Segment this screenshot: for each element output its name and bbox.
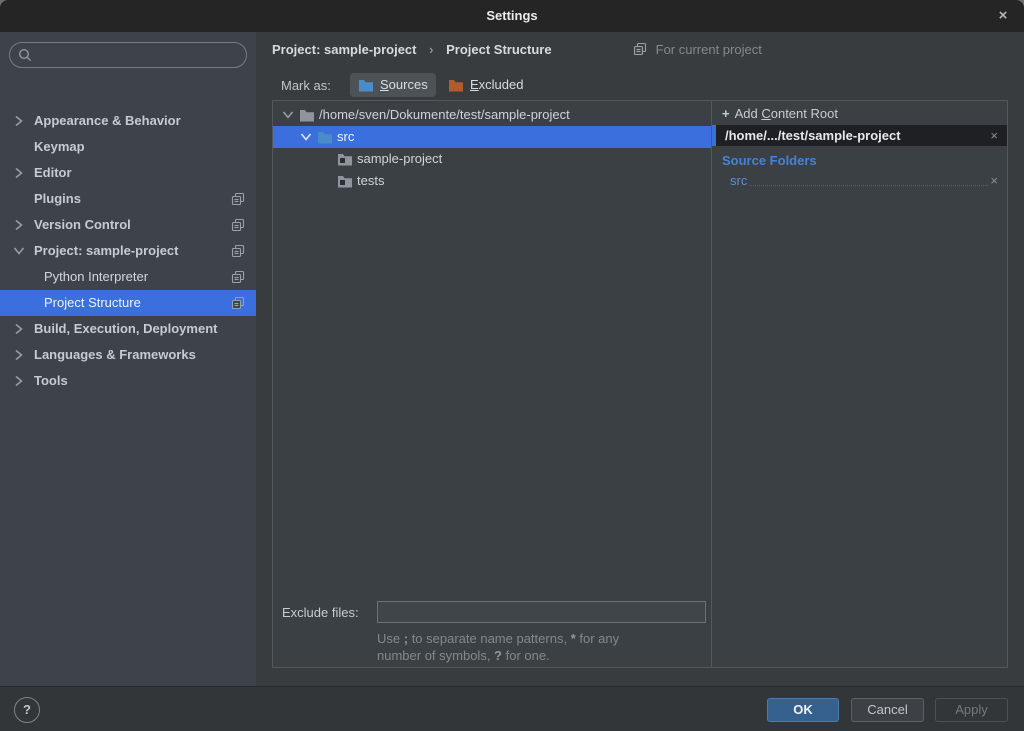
folder-icon bbox=[299, 108, 315, 122]
tree-row-src-selected[interactable]: src bbox=[273, 126, 711, 148]
sidebar-item-python-interpreter[interactable]: Python Interpreter bbox=[0, 264, 256, 290]
search-box[interactable] bbox=[9, 42, 247, 68]
exclude-files-label: Exclude files: bbox=[282, 602, 359, 623]
remove-source-folder-icon[interactable]: × bbox=[990, 172, 1007, 190]
search-input[interactable] bbox=[38, 48, 228, 63]
source-folder-icon bbox=[358, 78, 374, 92]
exclude-files-hint: Use ; to separate name patterns, * for a… bbox=[377, 630, 717, 664]
breadcrumb-separator-icon: › bbox=[429, 42, 433, 57]
mark-as-label: Mark as: bbox=[281, 75, 331, 97]
tree-row-tests[interactable]: tests bbox=[273, 170, 711, 192]
source-folder-entry[interactable]: src × bbox=[730, 170, 1007, 190]
plus-icon: + bbox=[722, 106, 730, 121]
add-content-root-button[interactable]: +Add Content Root bbox=[722, 104, 838, 124]
sidebar-item-version-control[interactable]: Version Control bbox=[0, 212, 256, 238]
ok-button[interactable]: OK bbox=[767, 698, 839, 722]
tree-node-label: tests bbox=[357, 170, 384, 192]
chevron-right-icon bbox=[13, 167, 25, 179]
scope-label: For current project bbox=[656, 42, 762, 57]
excluded-folder-icon bbox=[448, 78, 464, 92]
dialog-footer: ? OK Cancel Apply bbox=[0, 686, 1024, 731]
chevron-right-icon bbox=[13, 323, 25, 335]
current-project-icon bbox=[633, 42, 647, 56]
current-project-icon bbox=[231, 218, 245, 232]
chevron-right-icon bbox=[13, 375, 25, 387]
sidebar-item-project-structure[interactable]: Project Structure bbox=[0, 290, 256, 316]
sidebar-item-label: Tools bbox=[34, 368, 68, 394]
breadcrumb-project[interactable]: Project: sample-project bbox=[272, 42, 417, 57]
sidebar-item-label: Plugins bbox=[34, 186, 81, 212]
sidebar-item-label: Project: sample-project bbox=[34, 238, 179, 264]
dialog-title: Settings bbox=[486, 8, 537, 23]
current-project-icon bbox=[231, 296, 245, 310]
directory-tree: /home/sven/Dokumente/test/sample-project… bbox=[273, 101, 711, 667]
sidebar-item-label: Build, Execution, Deployment bbox=[34, 316, 217, 342]
sidebar-item-label: Languages & Frameworks bbox=[34, 342, 196, 368]
mark-as-sources-button[interactable]: Sources bbox=[350, 73, 436, 97]
sidebar-item-keymap[interactable]: Keymap bbox=[0, 134, 256, 160]
settings-dialog: Settings × Appearance & Behavior Keymap … bbox=[0, 0, 1024, 731]
exclude-files-input[interactable] bbox=[377, 601, 706, 623]
sidebar-item-label: Python Interpreter bbox=[44, 264, 148, 290]
project-structure-panels: /home/sven/Dokumente/test/sample-project… bbox=[272, 100, 1008, 668]
settings-sidebar: Appearance & Behavior Keymap Editor Plug… bbox=[0, 32, 256, 686]
sidebar-item-tools[interactable]: Tools bbox=[0, 368, 256, 394]
chevron-down-icon bbox=[13, 245, 25, 257]
content-root-row[interactable]: /home/.../test/sample-project × bbox=[712, 125, 1007, 146]
sidebar-item-label: Keymap bbox=[34, 134, 85, 160]
tree-node-label: sample-project bbox=[357, 148, 442, 170]
sidebar-item-project-sample-project[interactable]: Project: sample-project bbox=[0, 238, 256, 264]
sources-label: Sources bbox=[380, 73, 428, 97]
chevron-down-icon bbox=[300, 131, 312, 143]
mark-as-excluded-button[interactable]: Excluded bbox=[440, 73, 531, 97]
current-project-icon bbox=[231, 244, 245, 258]
sidebar-item-editor[interactable]: Editor bbox=[0, 160, 256, 186]
close-icon[interactable]: × bbox=[990, 0, 1016, 32]
content-roots-pane: +Add Content Root /home/.../test/sample-… bbox=[711, 101, 1007, 667]
remove-content-root-icon[interactable]: × bbox=[981, 125, 1007, 146]
sidebar-item-languages-frameworks[interactable]: Languages & Frameworks bbox=[0, 342, 256, 368]
sidebar-item-label: Appearance & Behavior bbox=[34, 108, 181, 134]
breadcrumb-page: Project Structure bbox=[446, 42, 551, 57]
dotted-leader bbox=[749, 185, 988, 186]
source-folder-name: src bbox=[730, 172, 747, 190]
tree-row-content-root[interactable]: /home/sven/Dokumente/test/sample-project bbox=[273, 104, 711, 126]
folder-icon bbox=[337, 152, 353, 166]
current-project-icon bbox=[231, 192, 245, 206]
tree-node-label: src bbox=[337, 126, 354, 148]
breadcrumb: Project: sample-project › Project Struct… bbox=[272, 41, 552, 59]
source-folder-icon bbox=[317, 130, 333, 144]
chevron-right-icon bbox=[13, 115, 25, 127]
chevron-right-icon bbox=[13, 349, 25, 361]
tree-root-path: /home/sven/Dokumente/test/sample-project bbox=[319, 104, 570, 126]
selected-root-indicator bbox=[712, 125, 716, 146]
tree-row-sample-project[interactable]: sample-project bbox=[273, 148, 711, 170]
chevron-down-icon bbox=[282, 109, 294, 121]
sidebar-item-plugins[interactable]: Plugins bbox=[0, 186, 256, 212]
sidebar-item-appearance-behavior[interactable]: Appearance & Behavior bbox=[0, 108, 256, 134]
content-root-path: /home/.../test/sample-project bbox=[725, 125, 981, 146]
current-project-icon bbox=[231, 270, 245, 284]
chevron-right-icon bbox=[13, 219, 25, 231]
scope-indicator: For current project bbox=[633, 41, 762, 59]
cancel-button[interactable]: Cancel bbox=[851, 698, 924, 722]
help-button[interactable]: ? bbox=[14, 697, 40, 723]
source-folders-heading: Source Folders bbox=[722, 151, 817, 171]
search-icon bbox=[18, 48, 32, 62]
apply-button[interactable]: Apply bbox=[935, 698, 1008, 722]
sidebar-item-label: Version Control bbox=[34, 212, 131, 238]
sidebar-item-label: Project Structure bbox=[44, 290, 141, 316]
title-bar[interactable]: Settings × bbox=[0, 0, 1024, 32]
folder-icon bbox=[337, 174, 353, 188]
sidebar-item-build-execution-deployment[interactable]: Build, Execution, Deployment bbox=[0, 316, 256, 342]
excluded-label: Excluded bbox=[470, 73, 523, 97]
sidebar-item-label: Editor bbox=[34, 160, 72, 186]
